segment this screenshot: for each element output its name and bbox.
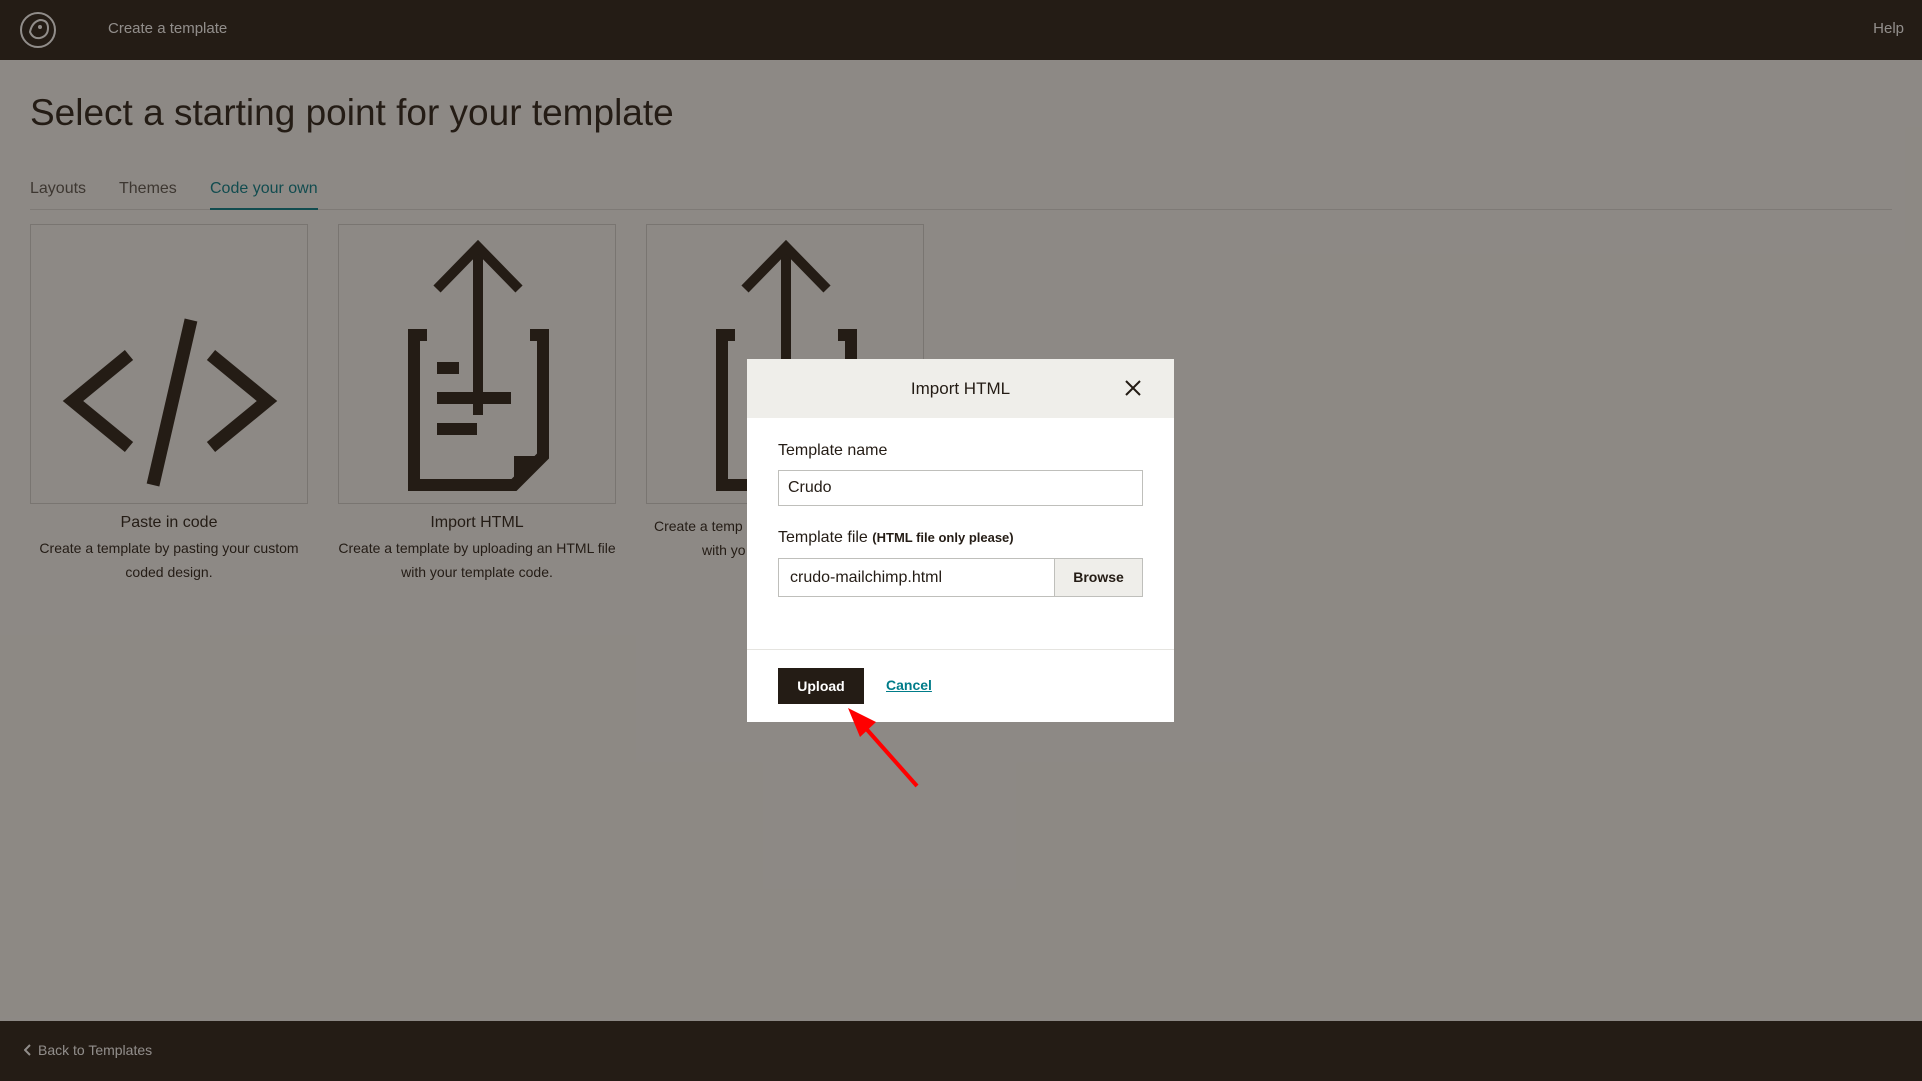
template-name-input[interactable] — [778, 470, 1143, 506]
close-icon[interactable] — [1124, 379, 1142, 397]
selected-file-name: crudo-mailchimp.html — [790, 569, 943, 586]
modal-header: Import HTML — [747, 359, 1174, 418]
file-picker[interactable]: crudo-mailchimp.html Browse — [778, 558, 1143, 597]
browse-button[interactable]: Browse — [1054, 559, 1142, 596]
modal-body: Template name Template file (HTML file o… — [747, 418, 1174, 649]
annotation-arrow-icon — [848, 708, 919, 788]
upload-button[interactable]: Upload — [778, 668, 864, 704]
template-file-hint: (HTML file only please) — [872, 530, 1014, 545]
import-html-modal: Import HTML Template name Template file … — [747, 359, 1174, 722]
cancel-link[interactable]: Cancel — [886, 677, 932, 693]
template-file-label: Template file (HTML file only please) — [778, 529, 1014, 546]
modal-footer: Upload Cancel — [747, 649, 1174, 722]
modal-title: Import HTML — [910, 379, 1011, 398]
template-name-label: Template name — [778, 442, 888, 459]
